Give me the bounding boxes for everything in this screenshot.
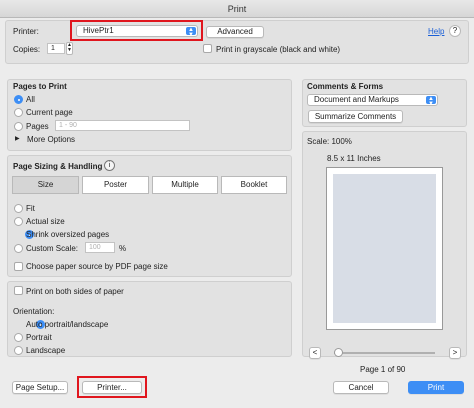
paper-source-checkbox[interactable] [14,262,23,271]
custom-scale-input[interactable]: 100 [85,242,115,253]
help-link[interactable]: Help [428,27,444,36]
both-sides-checkbox[interactable] [14,286,23,295]
window-titlebar: Print [0,0,474,18]
tab-multiple[interactable]: Multiple [152,176,218,194]
page-setup-button[interactable]: Page Setup... [12,381,68,394]
cancel-button[interactable]: Cancel [333,381,389,394]
more-options-label[interactable]: More Options [27,135,75,144]
shrink-oversized-label: Shrink oversized pages [26,230,110,239]
comments-forms-heading: Comments & Forms [307,82,384,91]
help-icon[interactable]: ? [449,25,461,37]
actual-size-radio[interactable] [14,217,23,226]
custom-scale-radio[interactable] [14,244,23,253]
disclosure-triangle-icon[interactable]: ▶ [15,135,20,142]
printer-button[interactable]: Printer... [82,381,142,394]
custom-scale-unit: % [119,244,127,253]
preview-slider-track[interactable] [334,352,435,354]
both-sides-label: Print on both sides of paper [26,287,124,296]
printer-label: Printer: [13,27,39,36]
copies-stepper[interactable]: ▲ ▼ [66,42,73,55]
page-sizing-panel [7,155,292,277]
tab-poster[interactable]: Poster [82,176,149,194]
copies-input[interactable]: 1 [47,43,65,54]
preview-page-content [333,174,436,323]
preview-prev-button[interactable]: < [309,347,321,359]
window-title: Print [227,4,247,14]
landscape-label: Landscape [26,346,66,355]
printer-select-value: HivePtr1 [83,26,114,35]
pages-range-label: Pages [26,122,49,131]
portrait-label: Portrait [26,333,52,342]
pages-range-radio[interactable] [14,122,23,131]
comments-forms-select-value: Document and Markups [314,95,399,104]
pages-all-radio[interactable] [14,95,23,104]
portrait-radio[interactable] [14,333,23,342]
preview-next-button[interactable]: > [449,347,461,359]
preview-paper-size: 8.5 x 11 Inches [327,154,381,163]
info-icon[interactable]: i [104,160,115,171]
tab-booklet[interactable]: Booklet [221,176,287,194]
actual-size-label: Actual size [26,217,65,226]
page-sizing-heading: Page Sizing & Handling [13,162,103,171]
pages-current-label: Current page [26,108,73,117]
fit-radio[interactable] [14,204,23,213]
paper-source-label: Choose paper source by PDF page size [26,262,168,271]
preview-page [326,167,443,330]
custom-scale-label: Custom Scale: [26,244,79,253]
advanced-button[interactable]: Advanced [206,26,264,38]
grayscale-checkbox[interactable] [203,44,212,53]
select-arrows-icon: ▲ ▼ [426,96,436,107]
pages-to-print-heading: Pages to Print [13,82,67,91]
pages-range-input[interactable]: 1 - 90 [55,120,190,131]
landscape-radio[interactable] [14,346,23,355]
print-button[interactable]: Print [408,381,464,394]
fit-label: Fit [26,204,35,213]
printer-select[interactable]: HivePtr1 ▲ ▼ [76,25,198,38]
orientation-label: Orientation: [13,307,55,316]
tab-size[interactable]: Size [12,176,79,194]
summarize-comments-button[interactable]: Summarize Comments [308,110,403,123]
comments-forms-select[interactable]: Document and Markups ▲ ▼ [307,94,438,107]
grayscale-label: Print in grayscale (black and white) [216,45,341,54]
preview-slider-knob[interactable] [334,348,343,357]
preview-page-info: Page 1 of 90 [360,365,406,374]
pages-current-radio[interactable] [14,108,23,117]
pages-all-label: All [26,95,35,104]
select-arrows-icon: ▲ ▼ [186,27,196,38]
copies-label: Copies: [13,45,41,54]
preview-scale: Scale: 100% [307,137,352,146]
auto-orientation-label: Auto portrait/landscape [26,320,109,329]
